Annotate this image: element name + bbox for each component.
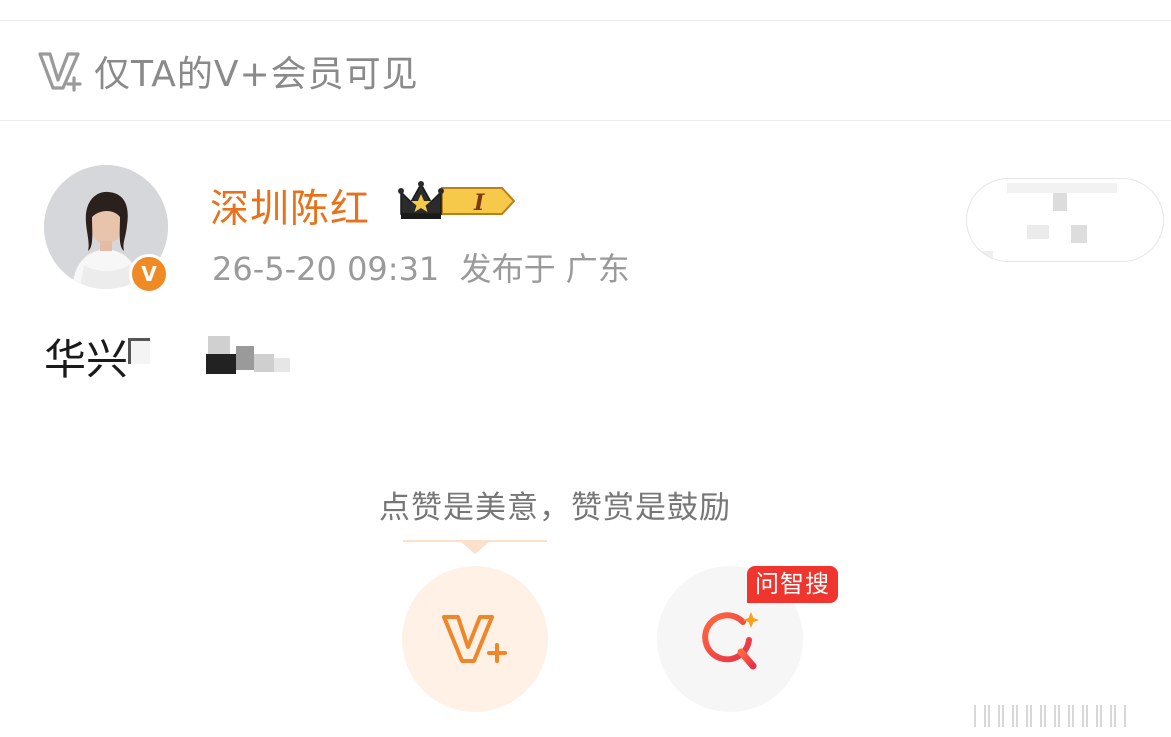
redacted-block xyxy=(254,354,274,372)
redacted-block xyxy=(274,358,290,372)
v-plus-button[interactable] xyxy=(402,566,548,712)
ai-search-tag[interactable]: 问智搜 xyxy=(747,566,838,603)
post-location: 发布于 广东 xyxy=(459,250,630,288)
verified-v-badge-icon: V xyxy=(129,254,169,294)
rank-badge-text: I xyxy=(473,190,485,216)
v-plus-icon xyxy=(38,51,82,92)
v-plus-icon xyxy=(442,615,507,663)
redacted-block xyxy=(236,346,254,370)
visibility-banner: 仅TA的V+会员可见 xyxy=(0,21,1171,120)
reward-prompt: 点赞是美意，赞赏是鼓励 xyxy=(379,490,731,526)
ai-search-icon xyxy=(702,612,759,670)
redacted-block xyxy=(128,338,150,364)
author-name[interactable]: 深圳陈红 xyxy=(210,178,370,234)
reward-caret-icon xyxy=(461,542,489,554)
page-indicator xyxy=(974,705,1128,727)
visibility-text: 仅TA的V+会员可见 xyxy=(94,53,419,95)
follow-button[interactable] xyxy=(966,178,1164,262)
redacted-block xyxy=(1027,225,1049,239)
post-timestamp: 26-5-20 09:31 xyxy=(212,250,440,288)
post-detail-page: 仅TA的V+会员可见 V 深圳陈红 I 26-5-20 09:31 发布于 广东 xyxy=(0,0,1171,737)
redacted-block xyxy=(208,336,230,356)
redacted-block xyxy=(1071,225,1087,243)
redacted-block xyxy=(1053,193,1067,211)
redacted-block xyxy=(206,354,236,374)
post-text: 华兴 xyxy=(44,335,129,384)
redacted-block xyxy=(975,251,993,259)
redacted-block xyxy=(1007,183,1117,193)
crown-rank-badge-icon[interactable]: I xyxy=(398,180,516,222)
post-meta: 26-5-20 09:31 发布于 广东 xyxy=(212,244,630,290)
divider xyxy=(0,120,1171,121)
